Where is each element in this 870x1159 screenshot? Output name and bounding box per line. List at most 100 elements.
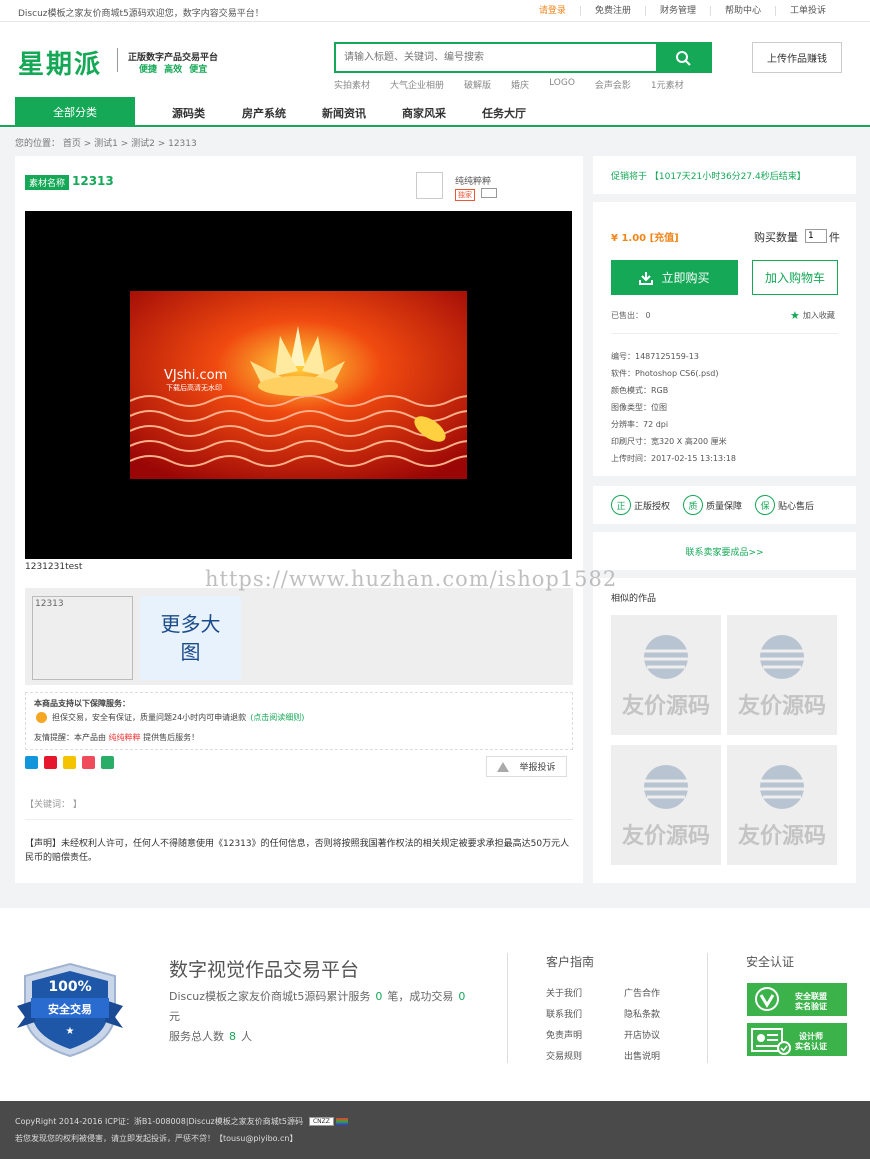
add-to-cart-button[interactable]: 加入购物车 <box>752 260 838 295</box>
register-link[interactable]: 免费注册 <box>579 6 645 16</box>
download-icon <box>639 271 654 285</box>
image-caption: 1231231test <box>25 562 83 572</box>
flower-icon <box>36 712 47 723</box>
qzone-icon[interactable] <box>63 756 76 769</box>
share-icons <box>25 756 120 769</box>
login-link[interactable]: 请登录 <box>525 6 580 16</box>
search-icon <box>676 50 691 66</box>
shop-agreement-link[interactable]: 开店协议 <box>624 1028 684 1041</box>
placeholder-text: 友价源码 <box>622 694 710 719</box>
search-button[interactable] <box>656 44 710 71</box>
hot-keyword[interactable]: 破解版 <box>464 78 491 91</box>
nav-all-categories[interactable]: 全部分类 <box>15 97 135 126</box>
favorite-share-icon[interactable] <box>82 756 95 769</box>
hot-keyword[interactable]: 1元素材 <box>651 78 684 91</box>
similar-item[interactable]: 友价源码 <box>611 615 721 735</box>
complaint-notice: 若您发现您的权利被侵害，请立即发起投诉，严惩不贷！【tousu@piyibo.c… <box>15 1134 298 1143</box>
nav-item-news[interactable]: 新闻资讯 <box>322 105 366 121</box>
nav-item-source[interactable]: 源码类 <box>172 105 205 121</box>
welcome-text: Discuz模板之家友价商城t5源码欢迎您，数字内容交易平台！ <box>18 9 264 19</box>
placeholder-logo-icon: 友价源码 <box>622 635 710 719</box>
hot-keyword[interactable]: 会声会影 <box>595 78 631 91</box>
amount-count: 0 <box>458 990 466 1003</box>
assurance-bar: 正 正版授权 质 质量保障 保 贴心售后 <box>593 486 856 524</box>
assure-genuine: 正 正版授权 <box>611 495 670 515</box>
cert1-line1: 安全联盟 <box>795 992 827 1001</box>
similar-item[interactable]: 友价源码 <box>611 745 721 865</box>
placeholder-logo-icon: 友价源码 <box>622 765 710 849</box>
hot-keyword[interactable]: LOGO <box>549 78 575 91</box>
site-logo[interactable]: 星期派 <box>18 44 102 81</box>
disclaimer-link[interactable]: 免责声明 <box>546 1028 624 1041</box>
guarantee-line: 担保交易，安全有保证，质量问题24小时内可申请退款 (点击阅读细则) <box>36 712 304 723</box>
price[interactable]: ¥ 1.00 [充值] <box>611 229 679 244</box>
reminder-seller-link[interactable]: 纯纯粹粹 <box>109 733 141 742</box>
more-pictures-label: 更多大图 <box>160 612 221 664</box>
nav-item-realestate[interactable]: 房产系统 <box>242 105 286 121</box>
similar-item[interactable]: 友价源码 <box>727 745 837 865</box>
designer-cert-badge[interactable]: 设计师 实名认证 <box>747 1023 847 1056</box>
qq-icon[interactable] <box>25 756 38 769</box>
thumbnail-image[interactable]: 12313 <box>32 596 133 680</box>
guarantee-text: 担保交易，安全有保证，质量问题24小时内可申请退款 <box>52 713 247 722</box>
similar-title: 相似的作品 <box>611 594 657 604</box>
copyright-statement: 【声明】未经权利人许可，任何人不得随意使用《12313》的任何信息，否则将按照我… <box>25 839 570 863</box>
search-bar <box>334 42 712 73</box>
bottom-bar: CopyRight 2014-2016 ICP证：浙B1-008008|Disc… <box>0 1101 870 1159</box>
promo-countdown: 促销将于 【1017天21小时36分27.4秒后结束】 <box>611 172 806 182</box>
quantity-label: 购买数量 <box>754 231 798 244</box>
nav-item-merchants[interactable]: 商家风采 <box>402 105 446 121</box>
help-link[interactable]: 帮助中心 <box>709 6 775 16</box>
hot-keyword[interactable]: 大气企业相册 <box>390 78 444 91</box>
similar-item[interactable]: 友价源码 <box>727 615 837 735</box>
nav-item-tasks[interactable]: 任务大厅 <box>482 105 526 121</box>
contact-seller-link[interactable]: 联系卖家要成品>> <box>593 532 856 570</box>
report-button[interactable]: 举报投诉 <box>486 756 567 777</box>
footer: 100% 安全交易 ★ 数字视觉作品交易平台 Discuz模板之家友价商城t5源… <box>0 908 870 1101</box>
search-input[interactable] <box>336 44 656 71</box>
product-main: 素材名称 12313 纯纯粹粹 独家 VJshi.com 下载后高清无水印 12… <box>15 156 583 883</box>
shield-star-icon: ★ <box>66 1026 75 1037</box>
assure-label: 质量保障 <box>706 501 743 512</box>
sale-notes-link[interactable]: 出售说明 <box>624 1049 684 1062</box>
preview-image[interactable]: VJshi.com 下载后高清无水印 <box>25 211 572 559</box>
copyright-text: CopyRight 2014-2016 ICP证：浙B1-008008|Disc… <box>15 1117 303 1126</box>
seller-avatar[interactable] <box>416 172 443 199</box>
guarantee-detail-link[interactable]: (点击阅读细则) <box>250 712 304 723</box>
about-link[interactable]: 关于我们 <box>546 986 624 999</box>
cert1-line2: 实名验证 <box>795 1002 827 1011</box>
cert2-line1: 设计师 <box>799 1032 823 1041</box>
spec-image-type: 图像类型：位图 <box>611 403 667 412</box>
guarantee-box: 本商品支持以下保障服务： 担保交易，安全有保证，质量问题24小时内可申请退款 (… <box>25 692 573 750</box>
more-pictures-button[interactable]: 更多大图 <box>140 596 241 680</box>
wechat-icon[interactable] <box>101 756 114 769</box>
stats-text-b: 笔，成功交易 <box>387 990 454 1003</box>
breadcrumb: 您的位置： 首页 > 测试1 > 测试2 > 12313 <box>15 139 197 149</box>
complaint-link[interactable]: 工单投诉 <box>774 6 840 16</box>
quantity-input[interactable] <box>805 229 827 243</box>
weibo-icon[interactable] <box>44 756 57 769</box>
slogan-sub: 便捷 高效 便宜 <box>139 65 208 75</box>
cnzz-badge[interactable]: CNZZ <box>308 1117 334 1126</box>
trade-rules-link[interactable]: 交易规则 <box>546 1049 624 1062</box>
keywords: 【关键词： 】 <box>25 800 82 810</box>
hot-keyword[interactable]: 实拍素材 <box>334 78 370 91</box>
reminder-suffix: 提供售后服务！ <box>143 733 200 742</box>
placeholder-text: 友价源码 <box>622 824 710 849</box>
security-alliance-badge[interactable]: 安全联盟 实名验证 <box>747 983 847 1016</box>
material-tag: 素材名称 <box>25 175 70 190</box>
privacy-link[interactable]: 隐私条款 <box>624 1007 684 1020</box>
buy-now-button[interactable]: 立即购买 <box>611 260 738 295</box>
copyright-line: CopyRight 2014-2016 ICP证：浙B1-008008|Disc… <box>15 1116 348 1127</box>
contact-link[interactable]: 联系我们 <box>546 1007 624 1020</box>
add-favorite-button[interactable]: ★ 加入收藏 <box>790 309 835 322</box>
watermark-url: https://www.huzhan.com/ishop1582 <box>205 567 618 591</box>
spec-upload-time: 上传时间：2017-02-15 13:13:18 <box>611 454 736 463</box>
seller-name[interactable]: 纯纯粹粹 <box>455 174 491 187</box>
upload-work-button[interactable]: 上传作品赚钱 <box>752 42 842 73</box>
divider <box>611 333 838 334</box>
ads-link[interactable]: 广告合作 <box>624 986 684 999</box>
users-label: 服务总人数 <box>169 1030 224 1043</box>
finance-link[interactable]: 财务管理 <box>644 6 710 16</box>
hot-keyword[interactable]: 婚庆 <box>511 78 529 91</box>
